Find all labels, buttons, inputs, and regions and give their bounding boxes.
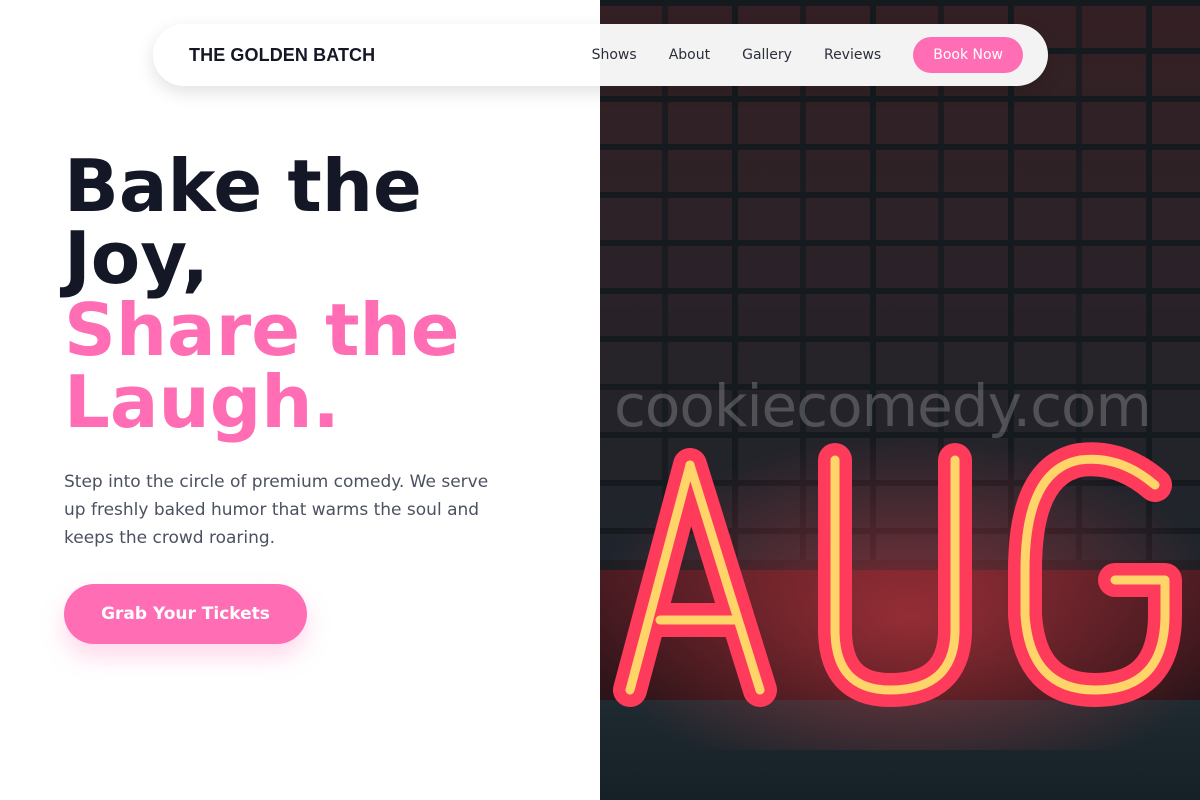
neon-letter-u (818, 443, 972, 707)
grab-tickets-button[interactable]: Grab Your Tickets (64, 584, 307, 644)
neon-letter-g (1008, 442, 1182, 707)
top-navbar: THE GOLDEN BATCH Shows About Gallery Rev… (153, 24, 1048, 86)
nav-link-reviews[interactable]: Reviews (824, 47, 881, 63)
neon-letter-a (613, 448, 777, 707)
hero-title-accent-line-2: Laugh. (64, 360, 340, 444)
hero-title-accent-line-1: Share the (64, 288, 460, 372)
hero-title-line-1: Bake the (64, 144, 422, 228)
nav-link-shows[interactable]: Shows (592, 47, 637, 63)
hero-description: Step into the circle of premium comedy. … (64, 472, 489, 548)
brand-logo[interactable]: THE GOLDEN BATCH (189, 45, 375, 66)
hero-image: cookiecomedy.com (600, 0, 1200, 800)
hero-title: Bake the Joy, Share the Laugh. (64, 150, 564, 438)
book-now-button[interactable]: Book Now (913, 37, 1023, 73)
nav-links: Shows About Gallery Reviews (592, 47, 882, 63)
nav-link-about[interactable]: About (669, 47, 710, 63)
hero-title-line-2: Joy, (64, 216, 209, 300)
watermark-text: cookiecomedy.com (614, 372, 1152, 440)
nav-link-gallery[interactable]: Gallery (742, 47, 792, 63)
neon-sign-aug (613, 442, 1182, 707)
